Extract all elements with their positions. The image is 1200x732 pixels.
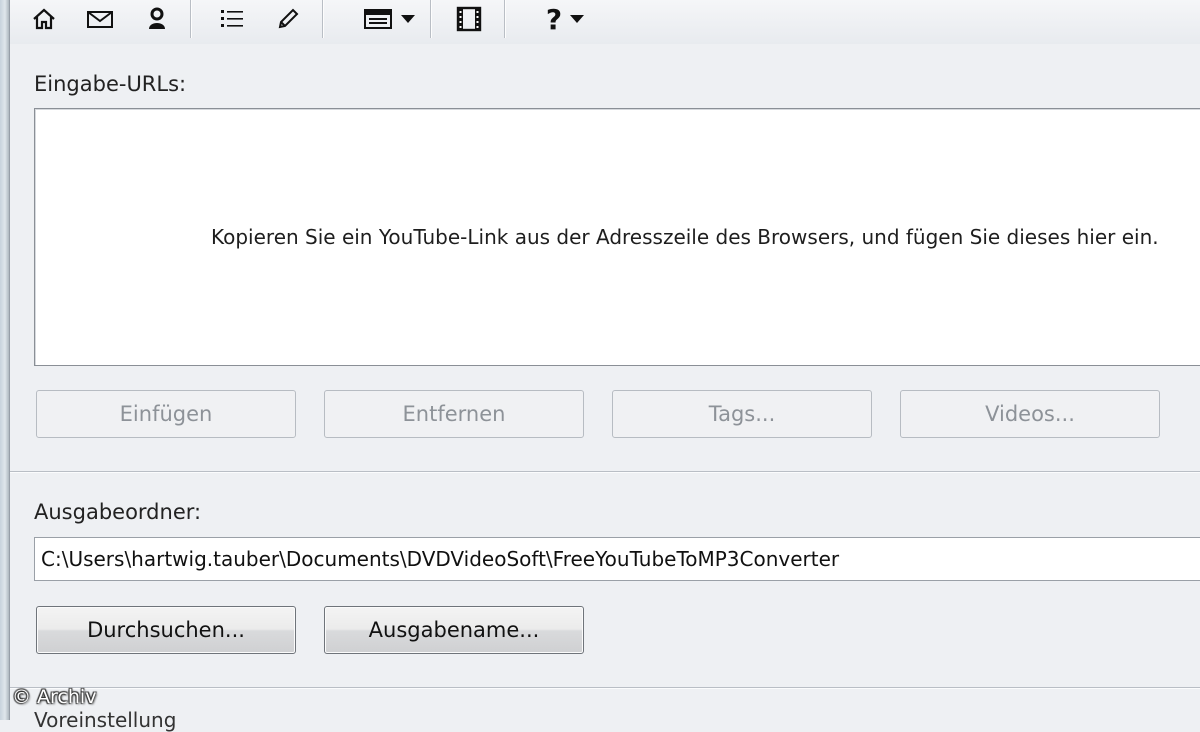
video-button[interactable] bbox=[452, 2, 486, 36]
home-button[interactable] bbox=[28, 2, 60, 36]
section-divider bbox=[10, 687, 1200, 689]
help-icon: ? bbox=[545, 2, 563, 36]
browse-button[interactable]: Durchsuchen... bbox=[36, 606, 296, 654]
list-button[interactable] bbox=[216, 2, 248, 36]
window-icon bbox=[364, 9, 392, 29]
section-divider bbox=[10, 471, 1200, 473]
output-folder-field[interactable]: C:\Users\hartwig.tauber\Documents\DVDVid… bbox=[34, 537, 1200, 581]
remove-button[interactable]: Entfernen bbox=[324, 390, 584, 438]
view-menu-button[interactable] bbox=[348, 2, 430, 36]
home-icon bbox=[33, 8, 55, 30]
toolbar-separator bbox=[430, 0, 432, 38]
window-border bbox=[0, 0, 10, 720]
toolbar-separator bbox=[322, 0, 324, 38]
help-menu-button[interactable]: ? bbox=[532, 2, 598, 36]
user-button[interactable] bbox=[142, 2, 172, 36]
email-button[interactable] bbox=[82, 2, 118, 36]
mail-icon bbox=[87, 11, 113, 28]
preset-label: Voreinstellung bbox=[34, 708, 177, 732]
tags-button[interactable]: Tags... bbox=[612, 390, 872, 438]
film-icon bbox=[456, 6, 482, 32]
toolbar-separator bbox=[504, 0, 506, 38]
user-icon bbox=[149, 7, 165, 29]
input-urls-label: Eingabe-URLs: bbox=[34, 72, 187, 96]
url-input-area[interactable]: Kopieren Sie ein YouTube-Link aus der Ad… bbox=[34, 108, 1200, 366]
pencil-icon bbox=[278, 8, 299, 29]
list-icon bbox=[221, 10, 243, 27]
toolbar-separator bbox=[190, 0, 192, 38]
copyright-watermark: © Archiv bbox=[12, 686, 97, 708]
edit-button[interactable] bbox=[272, 2, 304, 36]
toolbar: ? bbox=[10, 0, 1200, 44]
chevron-down-icon bbox=[570, 15, 585, 23]
videos-button[interactable]: Videos... bbox=[900, 390, 1160, 438]
paste-button[interactable]: Einfügen bbox=[36, 390, 296, 438]
chevron-down-icon bbox=[401, 15, 415, 23]
output-folder-label: Ausgabeordner: bbox=[34, 500, 202, 524]
url-input-hint: Kopieren Sie ein YouTube-Link aus der Ad… bbox=[211, 225, 1159, 249]
output-name-button[interactable]: Ausgabename... bbox=[324, 606, 584, 654]
